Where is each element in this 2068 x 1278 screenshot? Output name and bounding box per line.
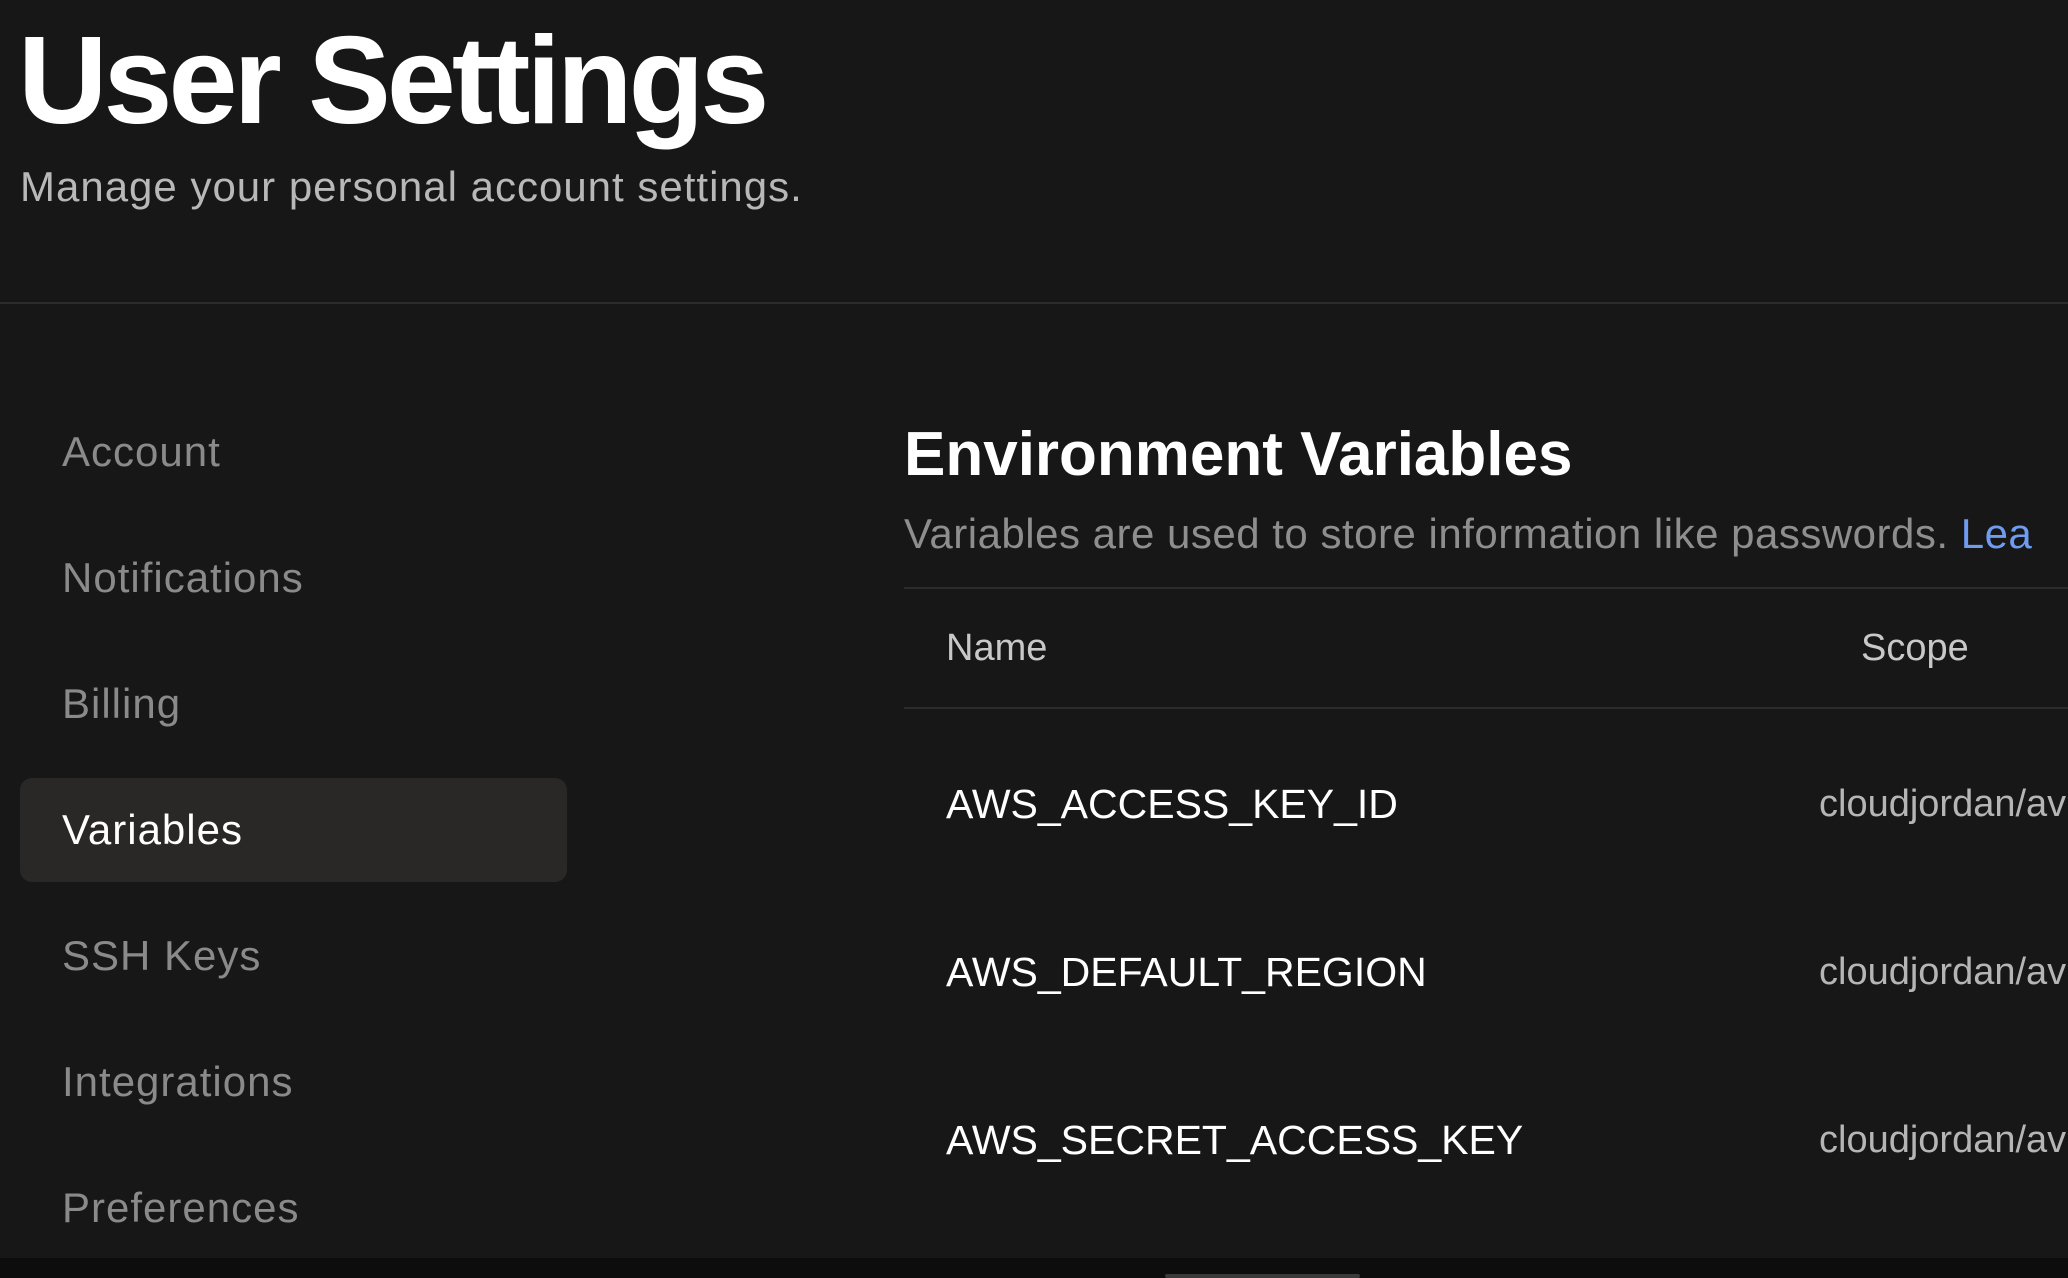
settings-page: User Settings Manage your personal accou… — [0, 0, 2068, 1278]
sidebar-item-label: Account — [62, 428, 221, 475]
column-header-scope[interactable]: Scope — [1861, 589, 1969, 707]
page-title: User Settings — [18, 12, 769, 150]
variable-name: AWS_DEFAULT_REGION — [946, 949, 1427, 995]
sidebar-item-notifications[interactable]: Notifications — [20, 526, 567, 630]
header-divider — [0, 302, 2068, 304]
page-subtitle: Manage your personal account settings. — [20, 163, 803, 210]
variable-name: AWS_SECRET_ACCESS_KEY — [946, 1117, 1524, 1163]
sidebar-item-preferences[interactable]: Preferences — [20, 1156, 567, 1260]
sidebar-item-billing[interactable]: Billing — [20, 652, 567, 756]
sidebar-item-label: Preferences — [62, 1184, 300, 1231]
sidebar-item-integrations[interactable]: Integrations — [20, 1030, 567, 1134]
variable-scope: cloudjordan/av — [1819, 951, 2067, 993]
section-description: Variables are used to store information … — [904, 504, 2068, 564]
sidebar-item-account[interactable]: Account — [20, 400, 567, 504]
sidebar-item-label: Variables — [62, 806, 243, 853]
section-title: Environment Variables — [904, 420, 1573, 489]
scroll-handle[interactable] — [1165, 1274, 1360, 1278]
learn-more-link[interactable]: Lea — [1961, 510, 2033, 557]
variable-name: AWS_ACCESS_KEY_ID — [946, 781, 1398, 827]
sidebar-item-variables[interactable]: Variables — [20, 778, 567, 882]
table-header: Name Scope — [904, 587, 2068, 709]
sidebar-item-label: Billing — [62, 680, 182, 727]
sidebar-item-label: Notifications — [62, 554, 304, 601]
sidebar-item-label: Integrations — [62, 1058, 294, 1105]
sidebar-item-label: SSH Keys — [62, 932, 262, 979]
table-row[interactable]: AWS_DEFAULT_REGION cloudjordan/av — [904, 877, 2068, 1045]
table-row[interactable]: AWS_ACCESS_KEY_ID cloudjordan/av — [904, 709, 2068, 877]
section-description-text: Variables are used to store information … — [904, 510, 1961, 557]
sidebar-item-ssh-keys[interactable]: SSH Keys — [20, 904, 567, 1008]
column-header-name[interactable]: Name — [946, 589, 1047, 707]
bottom-bar — [0, 1258, 2068, 1278]
table-row[interactable]: AWS_SECRET_ACCESS_KEY cloudjordan/av — [904, 1045, 2068, 1213]
settings-sidebar: Account Notifications Billing Variables … — [20, 400, 567, 1278]
environment-variables-section: Environment Variables Variables are used… — [904, 410, 2068, 564]
page-header: User Settings Manage your personal accou… — [0, 0, 2068, 304]
variables-table: Name Scope AWS_ACCESS_KEY_ID cloudjordan… — [904, 587, 2068, 1213]
variable-scope: cloudjordan/av — [1819, 783, 2067, 825]
variable-scope: cloudjordan/av — [1819, 1119, 2067, 1161]
